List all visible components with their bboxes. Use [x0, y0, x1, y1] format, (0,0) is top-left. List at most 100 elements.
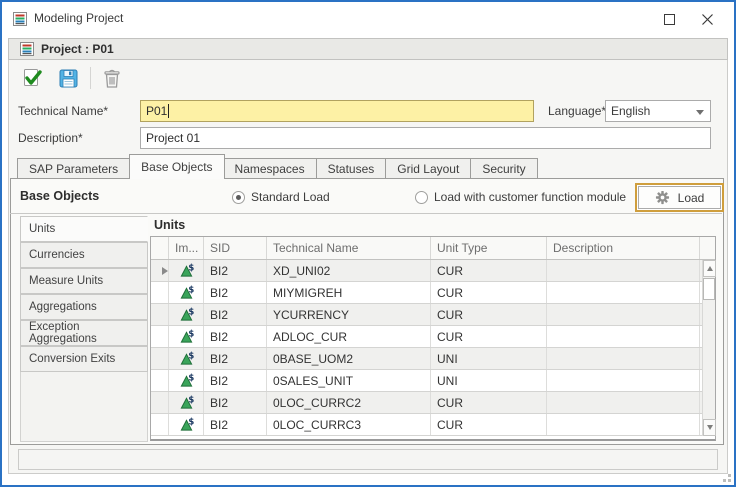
table-row[interactable]: $ BI20LOC_CURRC2CUR [151, 392, 715, 414]
description-cell[interactable] [547, 414, 700, 435]
resize-grip[interactable] [719, 470, 731, 482]
unit-type-cell[interactable]: CUR [431, 414, 547, 435]
column-header-sid[interactable]: SID [204, 237, 267, 259]
unit-type-cell[interactable]: CUR [431, 260, 547, 281]
scroll-up-button[interactable] [703, 260, 716, 277]
sid-cell[interactable]: BI2 [204, 348, 267, 369]
column-header-import[interactable]: Im... [169, 237, 204, 259]
unit-type-cell[interactable]: UNI [431, 370, 547, 391]
tab-base-objects[interactable]: Base Objects [129, 154, 224, 179]
table-row[interactable]: $ BI20SALES_UNITUNI [151, 370, 715, 392]
sidebar-item-currencies[interactable]: Currencies [20, 242, 148, 268]
technical-name-cell[interactable]: XD_UNI02 [267, 260, 431, 281]
unit-type-cell[interactable]: CUR [431, 392, 547, 413]
row-selector-cell[interactable] [151, 260, 169, 281]
units-grid: Im... SID Technical Name Unit Type Descr… [150, 236, 716, 441]
sid-cell[interactable]: BI2 [204, 414, 267, 435]
validate-button[interactable] [18, 64, 46, 92]
delete-button[interactable] [98, 64, 126, 92]
technical-name-cell[interactable]: ADLOC_CUR [267, 326, 431, 347]
import-unit-icon: $ [179, 285, 194, 300]
technical-name-cell[interactable]: MIYMIGREH [267, 282, 431, 303]
project-group-header: Project : P01 [8, 38, 728, 60]
technical-name-cell[interactable]: YCURRENCY [267, 304, 431, 325]
unit-type-cell[interactable]: UNI [431, 348, 547, 369]
maximize-button[interactable] [652, 4, 686, 34]
language-select[interactable]: English [605, 100, 711, 122]
triangle-down-icon [707, 425, 713, 430]
chevron-down-icon [696, 110, 704, 115]
scrollbar-thumb[interactable] [703, 278, 715, 300]
modeling-project-window: Modeling Project Project : P01 [0, 0, 736, 487]
radio-button-icon [232, 191, 245, 204]
description-cell[interactable] [547, 282, 700, 303]
load-button[interactable]: Load [638, 186, 721, 209]
radio-button-icon [415, 191, 428, 204]
technical-name-input[interactable]: P01 [140, 100, 534, 122]
sidebar-item-aggregations[interactable]: Aggregations [20, 294, 148, 320]
column-header-unit-type[interactable]: Unit Type [431, 237, 547, 259]
technical-name-cell[interactable]: 0SALES_UNIT [267, 370, 431, 391]
svg-text:$: $ [188, 307, 194, 317]
row-selector-cell[interactable] [151, 392, 169, 413]
description-cell[interactable] [547, 370, 700, 391]
svg-text:$: $ [188, 263, 194, 273]
row-selector-header [151, 237, 169, 259]
technical-name-label: Technical Name* [18, 104, 108, 118]
row-selector-cell[interactable] [151, 348, 169, 369]
save-button[interactable] [54, 64, 82, 92]
tab-grid-layout[interactable]: Grid Layout [386, 158, 471, 179]
row-selector-cell[interactable] [151, 326, 169, 347]
tab-security[interactable]: Security [471, 158, 537, 179]
tab-namespaces[interactable]: Namespaces [224, 158, 317, 179]
description-cell[interactable] [547, 326, 700, 347]
radio-standard-load[interactable]: Standard Load [232, 190, 330, 204]
sid-cell[interactable]: BI2 [204, 392, 267, 413]
row-selector-cell[interactable] [151, 282, 169, 303]
column-header-technical-name[interactable]: Technical Name [267, 237, 431, 259]
table-row[interactable]: $ BI20LOC_CURRC3CUR [151, 414, 715, 436]
description-input[interactable]: Project 01 [140, 127, 711, 149]
sid-cell[interactable]: BI2 [204, 304, 267, 325]
table-row[interactable]: $ BI20BASE_UOM2UNI [151, 348, 715, 370]
grid-vertical-scrollbar[interactable] [702, 260, 715, 436]
import-icon-cell: $ [169, 392, 204, 413]
technical-name-cell[interactable]: 0LOC_CURRC3 [267, 414, 431, 435]
unit-type-cell[interactable]: CUR [431, 282, 547, 303]
description-cell[interactable] [547, 348, 700, 369]
technical-name-cell[interactable]: 0LOC_CURRC2 [267, 392, 431, 413]
modeling-project-icon [19, 41, 35, 57]
grid-header-row: Im... SID Technical Name Unit Type Descr… [151, 237, 715, 260]
unit-type-cell[interactable]: CUR [431, 326, 547, 347]
row-selector-cell[interactable] [151, 304, 169, 325]
tab-sap-parameters[interactable]: SAP Parameters [17, 158, 130, 179]
technical-name-cell[interactable]: 0BASE_UOM2 [267, 348, 431, 369]
sid-cell[interactable]: BI2 [204, 260, 267, 281]
save-disk-icon [58, 68, 79, 89]
row-selector-cell[interactable] [151, 370, 169, 391]
sidebar-item-units[interactable]: Units [20, 216, 148, 242]
unit-type-cell[interactable]: CUR [431, 304, 547, 325]
sidebar-item-exception-aggregations[interactable]: Exception Aggregations [20, 320, 148, 346]
tab-statuses[interactable]: Statuses [317, 158, 387, 179]
table-row[interactable]: $ BI2XD_UNI02CUR [151, 260, 715, 282]
modeling-project-icon [12, 11, 28, 27]
sid-cell[interactable]: BI2 [204, 326, 267, 347]
language-label: Language* [548, 104, 606, 118]
sidebar-item-measure-units[interactable]: Measure Units [20, 268, 148, 294]
description-cell[interactable] [547, 392, 700, 413]
sid-cell[interactable]: BI2 [204, 370, 267, 391]
description-cell[interactable] [547, 260, 700, 281]
description-cell[interactable] [547, 304, 700, 325]
table-row[interactable]: $ BI2MIYMIGREHCUR [151, 282, 715, 304]
table-row[interactable]: $ BI2ADLOC_CURCUR [151, 326, 715, 348]
row-selector-cell[interactable] [151, 414, 169, 435]
sid-cell[interactable]: BI2 [204, 282, 267, 303]
sidebar-item-conversion-exits[interactable]: Conversion Exits [20, 346, 148, 372]
technical-name-value: P01 [146, 104, 167, 118]
scroll-down-button[interactable] [703, 419, 716, 436]
column-header-description[interactable]: Description [547, 237, 700, 259]
close-button[interactable] [690, 4, 724, 34]
radio-customer-function[interactable]: Load with customer function module [415, 190, 626, 204]
table-row[interactable]: $ BI2YCURRENCYCUR [151, 304, 715, 326]
